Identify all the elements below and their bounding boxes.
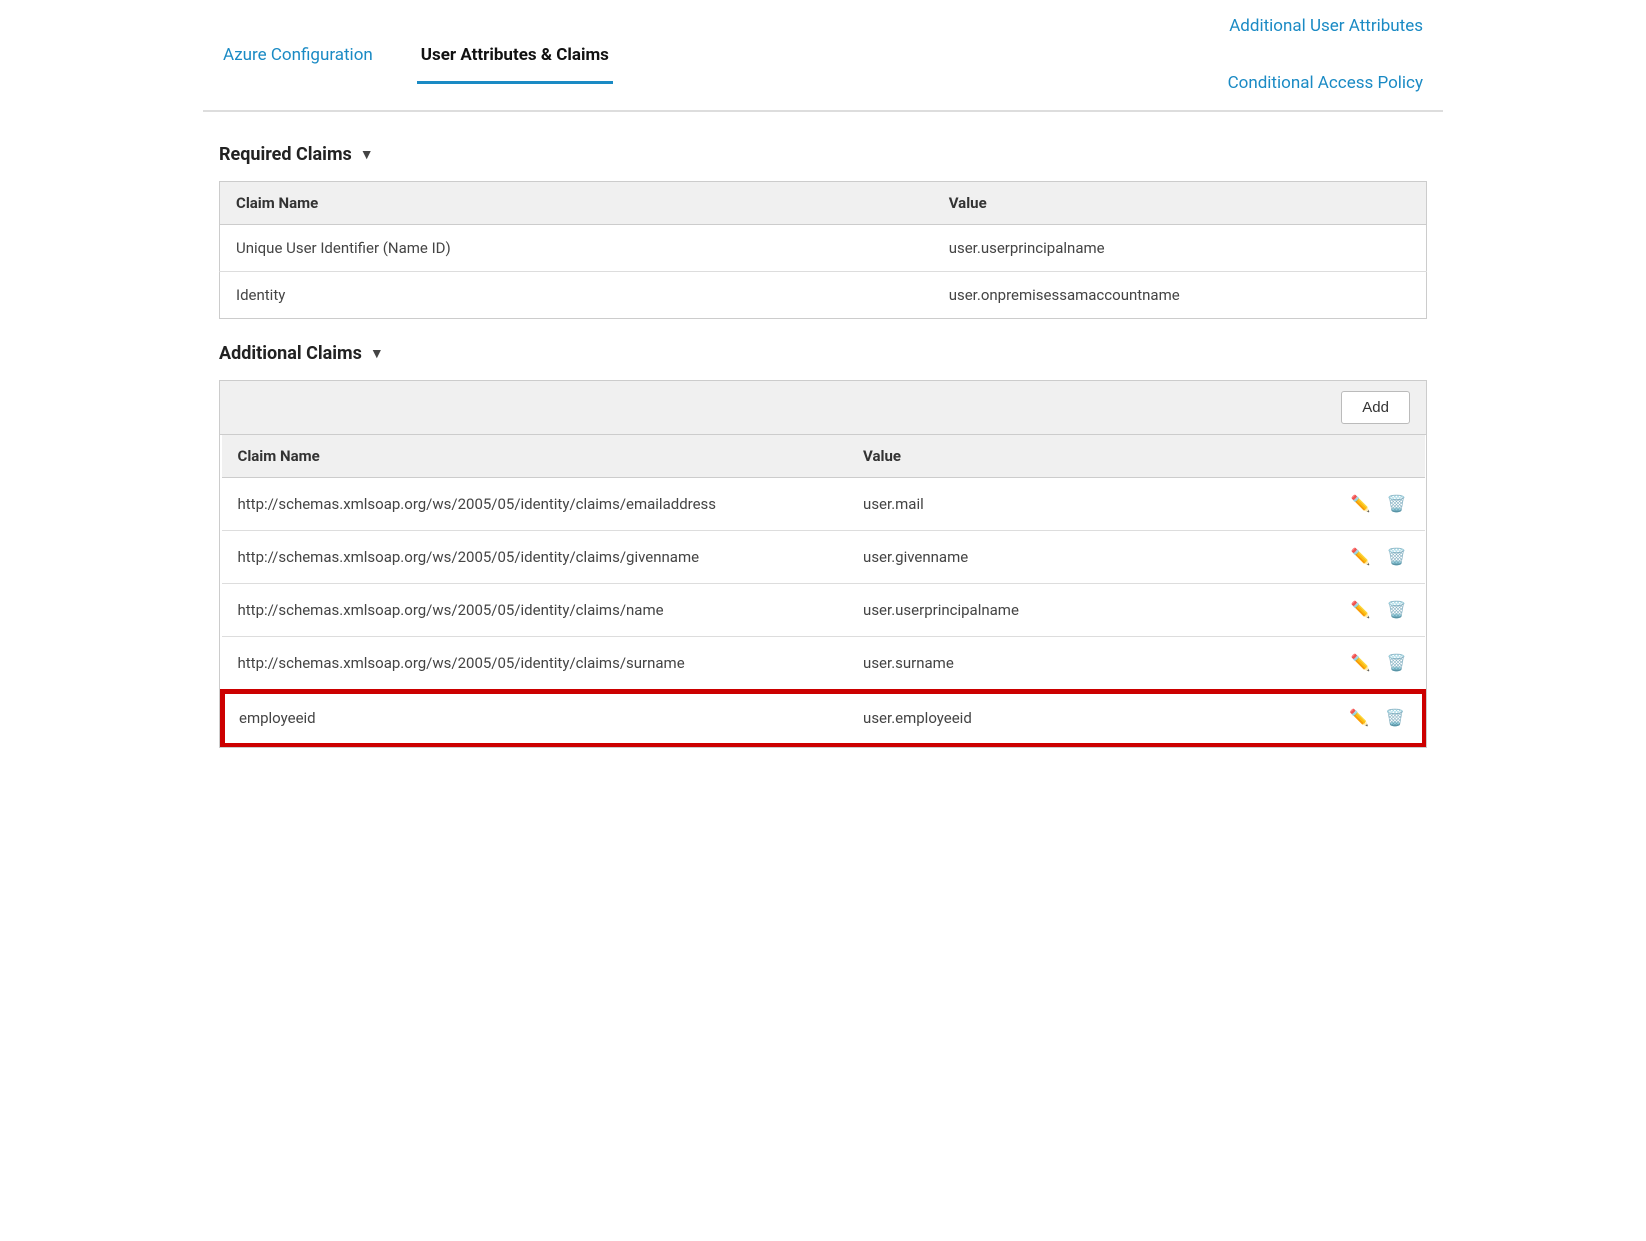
claim-value: user.onpremisessamaccountname xyxy=(933,272,1427,319)
required-claims-header-row: Claim Name Value xyxy=(220,182,1427,225)
table-row: employeeid user.employeeid ✏️ 🗑️ xyxy=(222,691,1425,746)
claim-name: http://schemas.xmlsoap.org/ws/2005/05/id… xyxy=(222,584,848,637)
additional-claims-table: Claim Name Value http://schemas.xmlsoap.… xyxy=(220,435,1426,747)
claim-value: user.userprincipalname xyxy=(933,225,1427,272)
claim-value: user.surname xyxy=(847,637,1280,691)
tab-azure-config[interactable]: Azure Configuration xyxy=(219,29,377,84)
table-row: http://schemas.xmlsoap.org/ws/2005/05/id… xyxy=(222,637,1425,691)
add-button[interactable]: Add xyxy=(1341,391,1410,424)
link-conditional-access-policy[interactable]: Conditional Access Policy xyxy=(1224,57,1427,112)
tab-user-attributes[interactable]: User Attributes & Claims xyxy=(417,29,613,84)
additional-claims-header-row: Claim Name Value xyxy=(222,435,1425,478)
claim-name: Unique User Identifier (Name ID) xyxy=(220,225,933,272)
delete-button[interactable]: 🗑️ xyxy=(1385,598,1409,622)
page-container: Azure Configuration User Attributes & Cl… xyxy=(203,0,1443,768)
claim-value: user.employeeid xyxy=(847,691,1280,746)
nav-right-links: Additional User Attributes Conditional A… xyxy=(1224,0,1427,110)
claim-actions: ✏️ 🗑️ xyxy=(1280,637,1424,691)
claim-actions: ✏️ 🗑️ xyxy=(1280,478,1424,531)
additional-claims-wrapper: Add Claim Name Value http://schemas.xmls… xyxy=(219,380,1427,748)
claim-value: user.mail xyxy=(847,478,1280,531)
claim-actions: ✏️ 🗑️ xyxy=(1280,531,1424,584)
table-row: http://schemas.xmlsoap.org/ws/2005/05/id… xyxy=(222,531,1425,584)
additional-col-value: Value xyxy=(847,435,1280,478)
table-row: http://schemas.xmlsoap.org/ws/2005/05/id… xyxy=(222,478,1425,531)
additional-col-actions xyxy=(1280,435,1424,478)
claim-name: http://schemas.xmlsoap.org/ws/2005/05/id… xyxy=(222,531,848,584)
delete-button[interactable]: 🗑️ xyxy=(1385,545,1409,569)
nav-tabs: Azure Configuration User Attributes & Cl… xyxy=(203,0,1443,112)
claim-name: http://schemas.xmlsoap.org/ws/2005/05/id… xyxy=(222,478,848,531)
required-col-value: Value xyxy=(933,182,1427,225)
table-row: Unique User Identifier (Name ID) user.us… xyxy=(220,225,1427,272)
claim-name: employeeid xyxy=(222,691,848,746)
edit-button[interactable]: ✏️ xyxy=(1349,492,1373,516)
delete-button[interactable]: 🗑️ xyxy=(1385,651,1409,675)
claim-value: user.userprincipalname xyxy=(847,584,1280,637)
additional-claims-chevron: ▼ xyxy=(370,345,384,362)
delete-button[interactable]: 🗑️ xyxy=(1383,706,1407,730)
required-col-name: Claim Name xyxy=(220,182,933,225)
link-additional-user-attributes[interactable]: Additional User Attributes xyxy=(1225,0,1427,55)
claim-name: Identity xyxy=(220,272,933,319)
required-claims-table: Claim Name Value Unique User Identifier … xyxy=(219,181,1427,319)
table-row: Identity user.onpremisessamaccountname xyxy=(220,272,1427,319)
edit-button[interactable]: ✏️ xyxy=(1349,545,1373,569)
edit-button[interactable]: ✏️ xyxy=(1349,651,1373,675)
required-claims-header[interactable]: Required Claims ▼ xyxy=(219,144,1427,165)
claim-value: user.givenname xyxy=(847,531,1280,584)
main-content: Required Claims ▼ Claim Name Value Uniqu… xyxy=(203,112,1443,768)
additional-claims-label: Additional Claims xyxy=(219,343,362,364)
required-claims-chevron: ▼ xyxy=(360,146,374,163)
add-toolbar: Add xyxy=(220,381,1426,435)
additional-col-name: Claim Name xyxy=(222,435,848,478)
edit-button[interactable]: ✏️ xyxy=(1349,598,1373,622)
delete-button[interactable]: 🗑️ xyxy=(1385,492,1409,516)
additional-claims-header[interactable]: Additional Claims ▼ xyxy=(219,343,1427,364)
claim-actions: ✏️ 🗑️ xyxy=(1280,584,1424,637)
claim-actions: ✏️ 🗑️ xyxy=(1280,691,1424,746)
required-claims-label: Required Claims xyxy=(219,144,352,165)
claim-name: http://schemas.xmlsoap.org/ws/2005/05/id… xyxy=(222,637,848,691)
edit-button[interactable]: ✏️ xyxy=(1347,706,1371,730)
table-row: http://schemas.xmlsoap.org/ws/2005/05/id… xyxy=(222,584,1425,637)
